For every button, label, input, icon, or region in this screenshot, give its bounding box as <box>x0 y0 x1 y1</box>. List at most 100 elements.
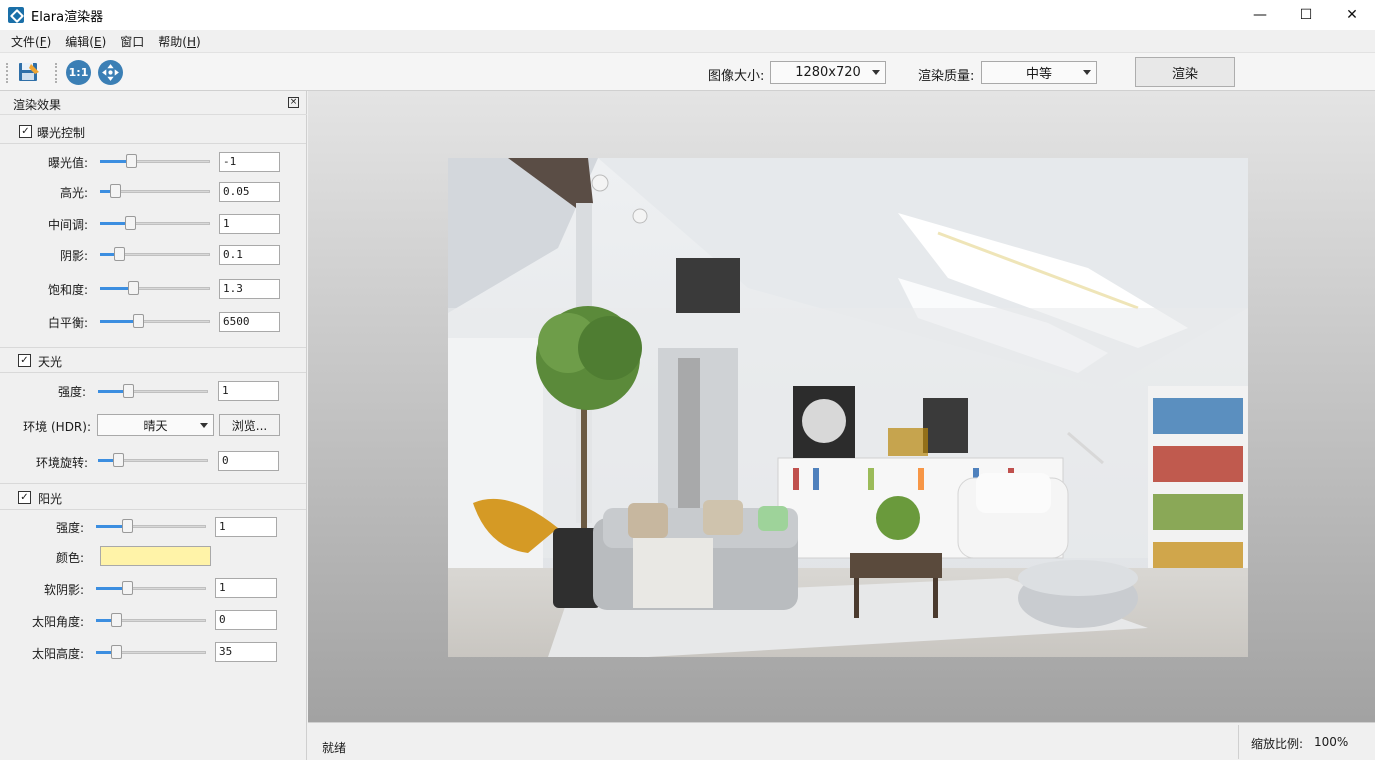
sun-color-swatch[interactable] <box>100 546 211 566</box>
image-size-label: 图像大小: <box>708 69 765 84</box>
fit-view-icon[interactable] <box>98 60 123 85</box>
section-exposure: ✓ 曝光控制 <box>0 120 307 144</box>
exposure-row-input[interactable]: 1 <box>219 214 280 234</box>
sun-strength-slider[interactable] <box>96 519 206 533</box>
exposure-row-slider[interactable] <box>100 154 210 168</box>
window-controls: — ☐ ✕ <box>1237 0 1375 30</box>
sunlight-checkbox[interactable]: ✓ <box>18 491 31 504</box>
soft-shadow-slider[interactable] <box>96 581 206 595</box>
exposure-row-input[interactable]: 0.1 <box>219 245 280 265</box>
slider-thumb[interactable] <box>113 453 124 467</box>
sky-strength-slider[interactable] <box>98 384 208 398</box>
exposure-row-label: 高光: <box>59 186 88 200</box>
slider-thumb[interactable] <box>128 281 139 295</box>
divider <box>0 509 306 510</box>
soft-shadow-input[interactable]: 1 <box>215 578 277 598</box>
slider-thumb[interactable] <box>122 519 133 533</box>
menu-help[interactable]: 帮助(H) <box>151 33 207 50</box>
exposure-row-slider[interactable] <box>100 184 210 198</box>
divider <box>0 143 306 144</box>
slider-thumb[interactable] <box>123 384 134 398</box>
env-hdr-label: 环境 (HDR): <box>23 420 91 434</box>
exposure-row-label: 中间调: <box>47 218 88 232</box>
chevron-down-icon <box>872 70 880 75</box>
toolbar: 1:1 图像大小: 1280x720 渲染质量: 中等 渲染 <box>0 52 1375 91</box>
sun-height-input[interactable]: 35 <box>215 642 277 662</box>
env-rotate-slider[interactable] <box>98 453 208 467</box>
app-logo-icon <box>8 7 24 23</box>
title-bar: Elara渲染器 — ☐ ✕ <box>0 0 1375 30</box>
toolbar-grip <box>55 63 57 83</box>
actual-size-icon[interactable]: 1:1 <box>66 60 91 85</box>
sun-height-slider[interactable] <box>96 645 206 659</box>
render-quality-select[interactable]: 中等 <box>981 61 1097 84</box>
exposure-row-slider[interactable] <box>100 216 210 230</box>
maximize-button[interactable]: ☐ <box>1283 0 1329 30</box>
status-bar: 就绪 缩放比例: 100% <box>308 722 1375 760</box>
sun-strength-label: 强度: <box>55 521 84 535</box>
sun-angle-label: 太阳角度: <box>31 615 84 629</box>
exposure-row-slider[interactable] <box>100 314 210 328</box>
exposure-section-label: 曝光控制 <box>37 126 86 140</box>
exposure-row-input[interactable]: 6500 <box>219 312 280 332</box>
slider-thumb[interactable] <box>111 613 122 627</box>
render-viewport[interactable] <box>308 91 1375 722</box>
skylight-section-label: 天光 <box>38 355 63 369</box>
menu-bar: 文件(F) 编辑(E) 窗口 帮助(H) <box>0 30 1375 52</box>
close-button[interactable]: ✕ <box>1329 0 1375 30</box>
section-sunlight: ✓ 阳光 <box>0 486 307 510</box>
zoom-value: 100% <box>1314 735 1349 749</box>
exposure-row-slider[interactable] <box>100 281 210 295</box>
env-rotate-input[interactable]: 0 <box>218 451 279 471</box>
rendered-image <box>448 158 1248 657</box>
env-hdr-select[interactable]: 晴天 <box>97 414 214 436</box>
menu-edit[interactable]: 编辑(E) <box>58 33 113 50</box>
minimize-button[interactable]: — <box>1237 0 1283 30</box>
skylight-checkbox[interactable]: ✓ <box>18 354 31 367</box>
chevron-down-icon <box>200 423 208 428</box>
exposure-checkbox[interactable]: ✓ <box>19 125 32 138</box>
sun-strength-input[interactable]: 1 <box>215 517 277 537</box>
zoom-label: 缩放比例: <box>1251 737 1304 751</box>
toolbar-grip <box>6 63 8 83</box>
status-text: 就绪 <box>322 741 347 755</box>
slider-thumb[interactable] <box>110 184 121 198</box>
exposure-row-input[interactable]: 0.05 <box>219 182 280 202</box>
slider-thumb[interactable] <box>114 247 125 261</box>
slider-thumb[interactable] <box>126 154 137 168</box>
sky-strength-label: 强度: <box>57 385 86 399</box>
image-size-select[interactable]: 1280x720 <box>770 61 886 84</box>
menu-window[interactable]: 窗口 <box>113 33 151 50</box>
sun-angle-input[interactable]: 0 <box>215 610 277 630</box>
slider-thumb[interactable] <box>133 314 144 328</box>
exposure-row-label: 曝光值: <box>47 156 88 170</box>
render-button[interactable]: 渲染 <box>1135 57 1235 87</box>
render-effects-panel: 渲染效果 × ✓ 曝光控制 曝光值: -1 高光: 0.05 中间调: 1 阴影: 0.1 饱和… <box>0 91 307 760</box>
panel-title: 渲染效果 <box>13 98 62 112</box>
divider <box>0 372 306 373</box>
sunlight-section-label: 阳光 <box>38 492 63 506</box>
slider-thumb[interactable] <box>125 216 136 230</box>
section-skylight: ✓ 天光 <box>0 349 307 373</box>
sun-color-label: 颜色: <box>55 551 84 565</box>
render-quality-label: 渲染质量: <box>918 69 975 84</box>
menu-file[interactable]: 文件(F) <box>4 33 58 50</box>
slider-thumb[interactable] <box>122 581 133 595</box>
exposure-row-input[interactable]: 1.3 <box>219 279 280 299</box>
env-rotate-label: 环境旋转: <box>35 456 88 470</box>
slider-thumb[interactable] <box>111 645 122 659</box>
divider <box>0 347 306 348</box>
sky-strength-input[interactable]: 1 <box>218 381 279 401</box>
divider <box>0 483 306 484</box>
exposure-row-input[interactable]: -1 <box>219 152 280 172</box>
sun-height-label: 太阳高度: <box>31 647 84 661</box>
exposure-row-slider[interactable] <box>100 247 210 261</box>
exposure-row-label: 白平衡: <box>47 316 88 330</box>
soft-shadow-label: 软阴影: <box>43 583 84 597</box>
browse-button[interactable]: 浏览... <box>219 414 280 436</box>
window-title: Elara渲染器 <box>31 9 104 25</box>
divider <box>1238 725 1239 759</box>
sun-angle-slider[interactable] <box>96 613 206 627</box>
close-icon[interactable]: × <box>288 97 299 108</box>
save-render-icon[interactable] <box>17 60 41 84</box>
